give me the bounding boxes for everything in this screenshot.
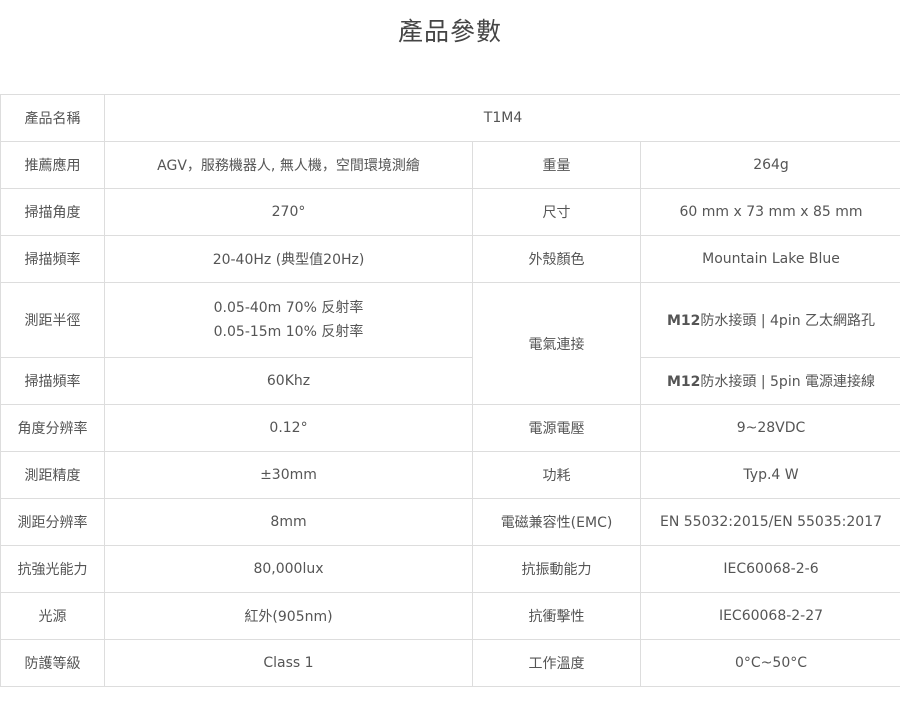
row-label-range-resolution: 測距分辨率 [0, 498, 105, 546]
row-label-application: 推薦應用 [0, 141, 105, 189]
row-label-accuracy: 測距精度 [0, 451, 105, 499]
value-scan-frequency: 20-40Hz (典型值20Hz) [104, 235, 473, 283]
row-label-shock: 抗衝擊性 [472, 592, 641, 640]
connection-1-text: 防水接頭 | 4pin 乙太網路孔 [700, 313, 876, 329]
value-ambient-light: 80,000lux [104, 545, 473, 593]
value-product-name: T1M4 [103, 94, 900, 142]
row-label-scan-rate: 掃描頻率 [0, 357, 105, 405]
table-row: 測距精度 ±30mm 功耗 Typ.4 W [0, 451, 900, 499]
value-housing-color: Mountain Lake Blue [639, 235, 900, 283]
table-row: 防護等級 Class 1 工作溫度 0°C~50°C [0, 639, 900, 687]
row-label-operating-temperature: 工作溫度 [472, 639, 641, 687]
row-label-weight: 重量 [472, 141, 641, 189]
value-connection-2: M12防水接頭 | 5pin 電源連接線 [639, 357, 900, 405]
value-dimensions: 60 mm x 73 mm x 85 mm [639, 188, 900, 236]
table-row: 產品名稱 T1M4 [0, 94, 900, 142]
connection-1-prefix: M12 [666, 313, 701, 329]
value-scan-angle: 270° [104, 188, 473, 236]
value-range-line-1: 0.05-40m 70% 反射率 [213, 300, 364, 316]
table-row: 光源 紅外(905nm) 抗衝擊性 IEC60068-2-27 [0, 592, 900, 640]
row-label-supply-voltage: 電源電壓 [472, 404, 641, 452]
table-row: 測距半徑 0.05-40m 70% 反射率 0.05-15m 10% 反射率 電… [0, 282, 900, 405]
connection-2-text: 防水接頭 | 5pin 電源連接線 [700, 374, 876, 390]
value-application: AGV，服務機器人, 無人機，空間環境測繪 [104, 141, 473, 189]
value-weight: 264g [639, 141, 900, 189]
table-row: 掃描角度 270° 尺寸 60 mm x 73 mm x 85 mm [0, 188, 900, 236]
value-vibration: IEC60068-2-6 [639, 545, 900, 593]
value-shock: IEC60068-2-27 [639, 592, 900, 640]
value-connection-1: M12防水接頭 | 4pin 乙太網路孔 [639, 282, 900, 358]
table-row: 角度分辨率 0.12° 電源電壓 9~28VDC [0, 404, 900, 452]
value-light-source: 紅外(905nm) [104, 592, 473, 640]
value-angular-resolution: 0.12° [104, 404, 473, 452]
row-label-housing-color: 外殼顏色 [472, 235, 641, 283]
row-label-angular-resolution: 角度分辨率 [0, 404, 105, 452]
connection-2-prefix: M12 [666, 374, 701, 390]
row-label-emc: 電磁兼容性(EMC) [472, 498, 641, 546]
page-title: 產品參數 [397, 17, 502, 46]
value-operating-temperature: 0°C~50°C [639, 639, 900, 687]
value-emc: EN 55032:2015/EN 55035:2017 [639, 498, 900, 546]
value-accuracy: ±30mm [104, 451, 473, 499]
value-scan-rate: 60Khz [104, 357, 473, 405]
row-label-light-source: 光源 [0, 592, 105, 640]
table-row: 推薦應用 AGV，服務機器人, 無人機，空間環境測繪 重量 264g [0, 141, 900, 189]
spec-table: 產品名稱 T1M4 推薦應用 AGV，服務機器人, 無人機，空間環境測繪 重量 … [0, 94, 900, 687]
value-protection-class: Class 1 [104, 639, 473, 687]
value-supply-voltage: 9~28VDC [639, 404, 900, 452]
row-label-scan-angle: 掃描角度 [0, 188, 105, 236]
row-label-ambient-light: 抗強光能力 [0, 545, 105, 593]
table-row: 掃描頻率 60Khz M12防水接頭 | 5pin 電源連接線 [0, 357, 900, 405]
table-row: 測距分辨率 8mm 電磁兼容性(EMC) EN 55032:2015/EN 55… [0, 498, 900, 546]
table-row: 抗強光能力 80,000lux 抗振動能力 IEC60068-2-6 [0, 545, 900, 593]
row-label-product-name: 產品名稱 [0, 94, 105, 142]
row-label-dimensions: 尺寸 [472, 188, 641, 236]
value-power: Typ.4 W [639, 451, 900, 499]
value-range-line-2: 0.05-15m 10% 反射率 [213, 324, 364, 340]
value-range-resolution: 8mm [104, 498, 473, 546]
row-label-scan-frequency: 掃描頻率 [0, 235, 105, 283]
row-label-electrical-connection: 電氣連接 [472, 282, 641, 405]
row-label-protection-class: 防護等級 [0, 639, 105, 687]
table-row: 掃描頻率 20-40Hz (典型值20Hz) 外殼顏色 Mountain Lak… [0, 235, 900, 283]
row-label-vibration: 抗振動能力 [472, 545, 641, 593]
row-label-range: 測距半徑 [0, 282, 105, 358]
row-label-power: 功耗 [472, 451, 641, 499]
value-range: 0.05-40m 70% 反射率 0.05-15m 10% 反射率 [104, 282, 473, 358]
